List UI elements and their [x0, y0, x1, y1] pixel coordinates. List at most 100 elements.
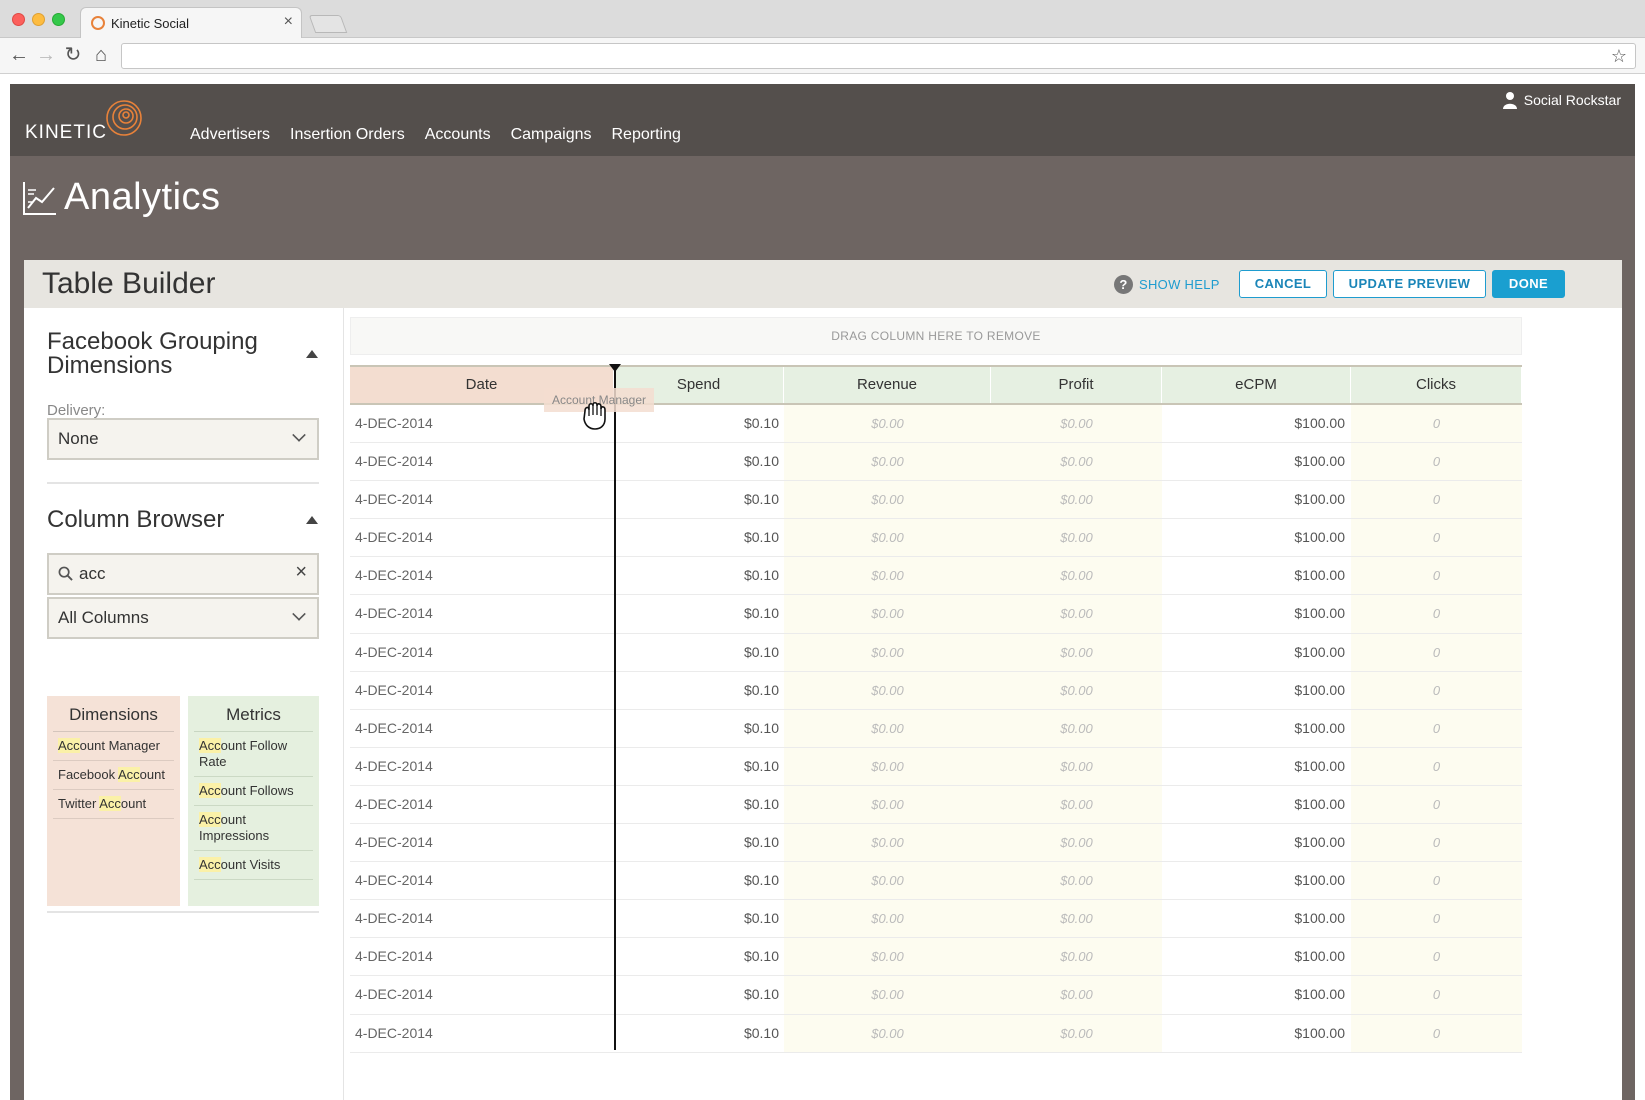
table-cell: $0.10 — [614, 671, 784, 709]
done-button[interactable]: DONE — [1492, 270, 1565, 298]
tab-title: Kinetic Social — [111, 16, 190, 31]
nav-insertion-orders[interactable]: Insertion Orders — [290, 126, 405, 144]
sidebar-divider — [47, 911, 319, 913]
logo-swirl-icon — [106, 100, 142, 136]
column-filter-value: All Columns — [58, 608, 149, 627]
column-filter-select[interactable]: All Columns — [47, 597, 319, 639]
table-cell: $0.00 — [784, 747, 991, 785]
nav-campaigns[interactable]: Campaigns — [511, 126, 592, 144]
nav-accounts[interactable]: Accounts — [425, 126, 491, 144]
table-body: 4-DEC-2014 $0.10 $0.00 $0.00 $100.00 0 4-DEC-2… — [350, 405, 1522, 1053]
minimize-window-button[interactable] — [32, 13, 45, 26]
kinetic-logo[interactable]: KINETIC — [25, 122, 107, 144]
table-cell: $100.00 — [1162, 785, 1351, 824]
table-cell: 0 — [1351, 709, 1522, 747]
dimension-item[interactable]: Twitter Account — [53, 790, 174, 819]
table-cell: 4-DEC-2014 — [350, 747, 614, 785]
new-tab-button[interactable] — [308, 15, 348, 33]
update-preview-button[interactable]: UPDATE PREVIEW — [1333, 270, 1486, 298]
show-help-label: SHOW HELP — [1139, 277, 1220, 292]
table-cell: 0 — [1351, 938, 1522, 976]
delivery-value: None — [58, 429, 99, 448]
item-rest: ount Visits — [220, 857, 281, 872]
table-row: 4-DEC-2014 $0.10 $0.00 $0.00 $100.00 0 — [350, 976, 1522, 1015]
browser-toolbar: ← → ↻ ⌂ ☆ — [0, 38, 1645, 74]
clear-search-icon[interactable]: × — [295, 561, 307, 584]
table-cell: $0.00 — [991, 709, 1162, 747]
maximize-window-button[interactable] — [52, 13, 65, 26]
nav-advertisers[interactable]: Advertisers — [190, 126, 270, 144]
table-cell: $0.00 — [991, 900, 1162, 938]
dimensions-list: Dimensions Account Manager Facebook Acco… — [47, 696, 180, 906]
grab-hand-icon — [583, 401, 606, 430]
collapse-column-browser-icon[interactable] — [306, 516, 318, 524]
favicon-icon — [91, 16, 105, 30]
address-bar[interactable]: ☆ — [121, 43, 1636, 69]
metric-item[interactable]: Account Visits — [194, 851, 313, 880]
column-header-clicks[interactable]: Clicks — [1351, 367, 1522, 403]
table-cell: $0.00 — [991, 671, 1162, 709]
table-cell: 4-DEC-2014 — [350, 862, 614, 900]
column-search-input[interactable]: acc × — [47, 553, 319, 595]
table-cell: $0.10 — [614, 1014, 784, 1052]
browser-tab[interactable]: Kinetic Social × — [80, 7, 302, 39]
remove-column-dropzone[interactable]: DRAG COLUMN HERE TO REMOVE — [350, 317, 1522, 355]
table-cell: $0.00 — [784, 785, 991, 824]
reload-icon[interactable]: ↻ — [62, 44, 84, 66]
dimension-item[interactable]: Account Manager — [53, 732, 174, 761]
column-header-revenue[interactable]: Revenue — [784, 367, 991, 403]
table-cell: $100.00 — [1162, 862, 1351, 900]
table-row: 4-DEC-2014 $0.10 $0.00 $0.00 $100.00 0 — [350, 595, 1522, 634]
table-cell: $0.00 — [784, 900, 991, 938]
table-cell: $100.00 — [1162, 595, 1351, 633]
drop-indicator-line — [614, 364, 616, 1050]
question-icon: ? — [1114, 275, 1133, 294]
page-header: Analytics — [22, 176, 221, 219]
table-cell: 4-DEC-2014 — [350, 785, 614, 824]
table-cell: $0.10 — [614, 900, 784, 938]
sidebar-divider — [47, 482, 319, 484]
table-row: 4-DEC-2014 $0.10 $0.00 $0.00 $100.00 0 — [350, 709, 1522, 748]
user-icon — [1502, 92, 1517, 109]
table-row: 4-DEC-2014 $0.10 $0.00 $0.00 $100.00 0 — [350, 519, 1522, 558]
nav-reporting[interactable]: Reporting — [612, 126, 681, 144]
user-menu[interactable]: Social Rockstar — [1502, 91, 1621, 109]
table-cell: 0 — [1351, 519, 1522, 557]
back-icon[interactable]: ← — [8, 44, 30, 66]
metric-item[interactable]: Account Impressions — [194, 806, 313, 851]
dimension-item[interactable]: Facebook Account — [53, 761, 174, 790]
home-icon[interactable]: ⌂ — [90, 44, 112, 66]
metric-item[interactable]: Account Follows — [194, 777, 313, 806]
column-header-profit[interactable]: Profit — [991, 367, 1162, 403]
table-cell: $0.00 — [784, 481, 991, 519]
table-cell: 4-DEC-2014 — [350, 1014, 614, 1052]
table-cell: 0 — [1351, 862, 1522, 900]
table-cell: $0.00 — [991, 443, 1162, 481]
table-cell: $0.00 — [784, 595, 991, 633]
browser-tabstrip: Kinetic Social × — [0, 0, 1645, 39]
item-match: Acc — [118, 767, 140, 782]
page-title: Analytics — [64, 176, 221, 218]
metrics-title: Metrics — [194, 696, 313, 732]
show-help-link[interactable]: ? SHOW HELP — [1114, 275, 1220, 294]
forward-icon[interactable]: → — [35, 44, 57, 66]
close-window-button[interactable] — [12, 13, 25, 26]
metric-item[interactable]: Account Follow Rate — [194, 732, 313, 777]
table-row: 4-DEC-2014 $0.10 $0.00 $0.00 $100.00 0 — [350, 862, 1522, 901]
table-cell: $100.00 — [1162, 443, 1351, 481]
table-cell: $0.00 — [991, 633, 1162, 671]
collapse-grouping-icon[interactable] — [306, 350, 318, 358]
table-cell: 4-DEC-2014 — [350, 481, 614, 519]
table-cell: $0.00 — [784, 405, 991, 443]
table-cell: 0 — [1351, 443, 1522, 481]
delivery-select[interactable]: None — [47, 418, 319, 460]
table-cell: $0.00 — [991, 747, 1162, 785]
tab-close-icon[interactable]: × — [284, 13, 293, 31]
delivery-label: Delivery: — [47, 402, 106, 419]
bookmark-star-icon[interactable]: ☆ — [1611, 46, 1627, 67]
cancel-button[interactable]: CANCEL — [1239, 270, 1327, 298]
column-header-ecpm[interactable]: eCPM — [1162, 367, 1351, 403]
table-cell: 0 — [1351, 671, 1522, 709]
table-cell: 0 — [1351, 900, 1522, 938]
table-cell: $0.10 — [614, 824, 784, 862]
